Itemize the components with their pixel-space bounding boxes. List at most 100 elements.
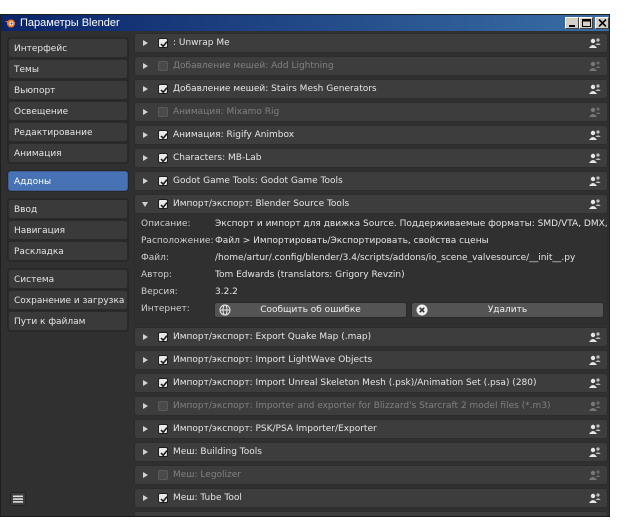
addon-enable-checkbox[interactable] [158, 176, 168, 186]
addon-row[interactable]: Анимация: Rigify Animbox [134, 125, 608, 145]
addon-file-label: Файл: [141, 253, 169, 263]
expand-arrow-icon[interactable] [143, 334, 148, 340]
report-bug-button[interactable]: Сообщить об ошибке [214, 302, 407, 318]
addon-enable-checkbox[interactable] [158, 493, 168, 503]
addon-enable-checkbox[interactable] [158, 332, 168, 342]
maximize-button[interactable] [579, 17, 593, 29]
sidebar-item-file-paths[interactable]: Пути к файлам [8, 311, 128, 331]
addon-enable-checkbox[interactable] [158, 516, 168, 517]
minimize-icon [569, 25, 575, 27]
addon-enable-checkbox[interactable] [158, 424, 168, 434]
user-addon-icon [589, 470, 601, 480]
addon-enable-checkbox[interactable] [158, 378, 168, 388]
remove-addon-button[interactable]: Удалить [411, 302, 604, 318]
sidebar-item-keymap[interactable]: Раскладка [8, 241, 128, 261]
addon-enable-checkbox[interactable] [158, 61, 168, 71]
user-addon-icon [589, 447, 601, 457]
close-button[interactable] [595, 17, 609, 29]
expand-arrow-icon[interactable] [143, 449, 148, 455]
title-bar[interactable]: Параметры Blender [1, 15, 609, 31]
sidebar-item-animation[interactable]: Анимация [8, 143, 128, 163]
addon-description-row: Описание: Экспорт и импорт для движка Sou… [135, 216, 609, 233]
addon-row[interactable]: Объект: JewelCraft [134, 511, 608, 517]
addon-row[interactable]: Импорт/экспорт: Import Unreal Skeleton M… [134, 373, 608, 393]
addon-row[interactable]: Characters: MB-Lab [134, 148, 608, 168]
user-addon-icon [589, 332, 601, 342]
expand-arrow-icon[interactable] [143, 380, 148, 386]
blender-logo-icon [4, 19, 15, 28]
addon-enable-checkbox[interactable] [158, 199, 168, 209]
addon-row[interactable]: Добавление мешей: Add Lightning [134, 56, 608, 76]
addon-enable-checkbox[interactable] [158, 401, 168, 411]
checkmark-icon [160, 202, 168, 209]
expand-arrow-icon[interactable] [143, 495, 148, 501]
user-addon-icon [589, 378, 601, 388]
addon-enable-checkbox[interactable] [158, 355, 168, 365]
sidebar-item-system[interactable]: Система [8, 269, 128, 289]
sidebar-item-viewport[interactable]: Вьюпорт [8, 80, 128, 100]
addon-row[interactable]: Импорт/экспорт: PSK/PSA Importer/Exporte… [134, 419, 608, 439]
addon-author-value: Tom Edwards (translators: Grigory Revzin… [215, 270, 405, 280]
checkmark-icon [160, 358, 168, 365]
collapse-arrow-icon[interactable] [142, 202, 148, 207]
expand-arrow-icon[interactable] [143, 63, 148, 69]
addon-list: : Unwrap Me Добавление мешей: Add Lightni… [134, 33, 609, 517]
addon-enable-checkbox[interactable] [158, 84, 168, 94]
sidebar-item-input[interactable]: Ввод [8, 199, 128, 219]
checkmark-icon [160, 133, 168, 140]
checkmark-icon [160, 496, 168, 503]
checkmark-icon [160, 179, 168, 186]
expand-arrow-icon[interactable] [143, 155, 148, 161]
checkmark-icon [160, 41, 168, 48]
sidebar-group-general: Интерфейс Темы Вьюпорт Освещение Редакти… [7, 37, 129, 164]
addon-file-row: Файл: /home/artur/.config/blender/3.4/scr… [135, 250, 607, 267]
expand-arrow-icon[interactable] [143, 403, 148, 409]
sidebar-item-addons[interactable]: Аддоны [8, 171, 128, 191]
addon-location-row: Расположение: Файл > Импортировать/Экспор… [135, 233, 607, 250]
sidebar-item-interface[interactable]: Интерфейс [8, 38, 128, 58]
expand-arrow-icon[interactable] [143, 40, 148, 46]
sidebar-item-themes[interactable]: Темы [8, 59, 128, 79]
addon-name: Меш: Tube Tool [173, 493, 242, 503]
addon-row[interactable]: Добавление мешей: Stairs Mesh Generators [134, 79, 608, 99]
expand-arrow-icon[interactable] [143, 86, 148, 92]
addon-enable-checkbox[interactable] [158, 153, 168, 163]
addon-details-panel: Описание: Экспорт и импорт для движка Sou… [134, 214, 609, 324]
sidebar-item-navigation[interactable]: Навигация [8, 220, 128, 240]
expand-arrow-icon[interactable] [143, 472, 148, 478]
hamburger-menu-icon[interactable] [10, 492, 26, 506]
report-bug-label: Сообщить об ошибке [260, 305, 361, 315]
minimize-button[interactable] [565, 17, 579, 29]
expand-arrow-icon[interactable] [143, 132, 148, 138]
addon-row[interactable]: Анимация: Mixamo Rig [134, 102, 608, 122]
sidebar-item-save-load[interactable]: Сохранение и загрузка [8, 290, 128, 310]
addon-row[interactable]: : Unwrap Me [134, 33, 608, 53]
sidebar-item-lighting[interactable]: Освещение [8, 101, 128, 121]
addon-enable-checkbox[interactable] [158, 38, 168, 48]
addon-row[interactable]: Меш: Tube Tool [134, 488, 608, 508]
addon-enable-checkbox[interactable] [158, 447, 168, 457]
addon-row[interactable]: Импорт/экспорт: Export Quake Map (.map) [134, 327, 608, 347]
user-addon-icon [589, 424, 601, 434]
addon-enable-checkbox[interactable] [158, 130, 168, 140]
addon-row[interactable]: Импорт/экспорт: Importer and exporter fo… [134, 396, 608, 416]
addon-row[interactable]: Меш: Legolizer [134, 465, 608, 485]
expand-arrow-icon[interactable] [143, 426, 148, 432]
user-addon-icon [589, 176, 601, 186]
sidebar-item-editing[interactable]: Редактирование [8, 122, 128, 142]
expand-arrow-icon[interactable] [143, 178, 148, 184]
addon-internet-label: Интернет: [141, 304, 190, 314]
user-addon-icon [589, 199, 601, 209]
expand-arrow-icon[interactable] [143, 109, 148, 115]
addon-row[interactable]: Импорт/экспорт: Blender Source Tools [134, 194, 608, 214]
addon-enable-checkbox[interactable] [158, 470, 168, 480]
addon-enable-checkbox[interactable] [158, 107, 168, 117]
checkmark-icon [160, 450, 168, 457]
addon-name: Импорт/экспорт: Importer and exporter fo… [173, 401, 551, 411]
user-addon-icon [589, 130, 601, 140]
addon-row[interactable]: Импорт/экспорт: Import LightWave Objects [134, 350, 608, 370]
addon-row[interactable]: Godot Game Tools: Godot Game Tools [134, 171, 608, 191]
preferences-sidebar: Интерфейс Темы Вьюпорт Освещение Редакти… [7, 37, 129, 338]
expand-arrow-icon[interactable] [143, 357, 148, 363]
addon-row[interactable]: Меш: Building Tools [134, 442, 608, 462]
